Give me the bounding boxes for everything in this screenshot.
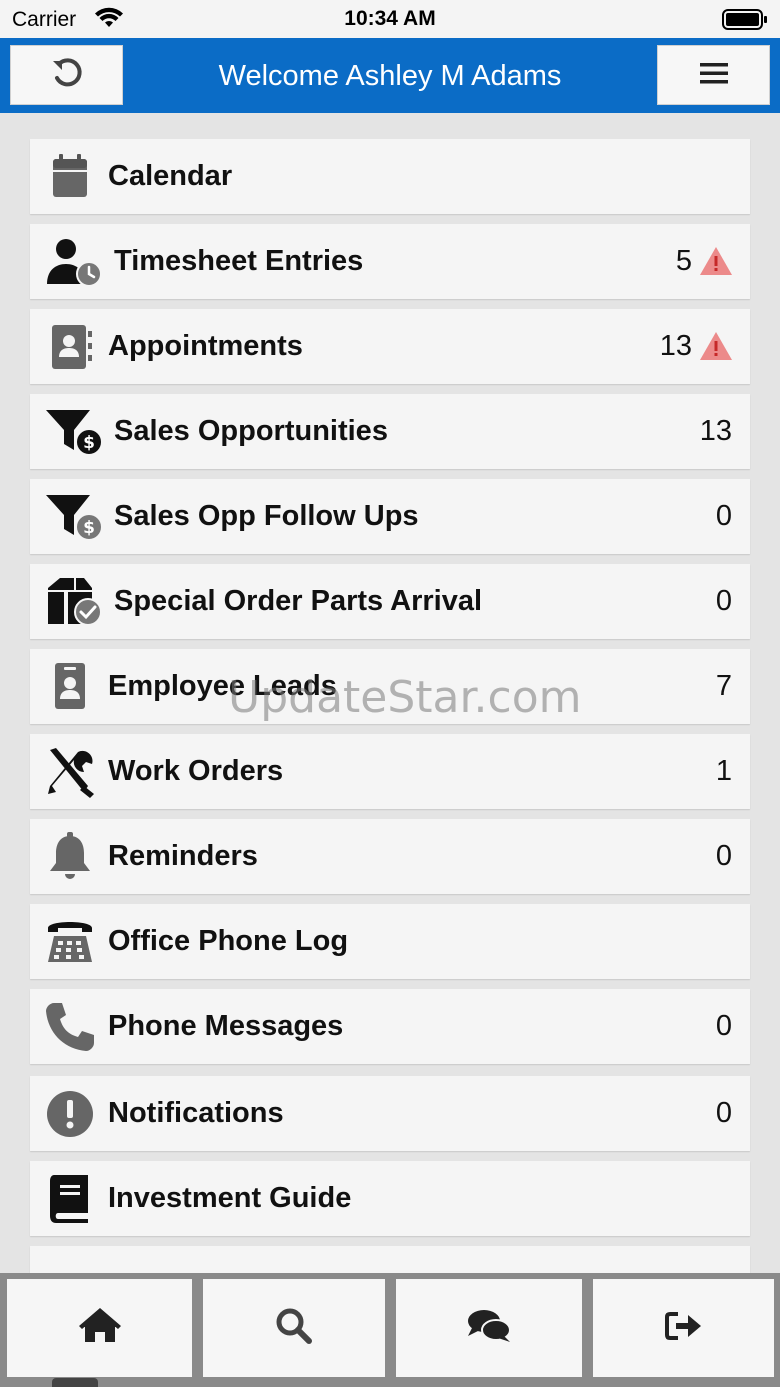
back-button[interactable]	[10, 45, 123, 105]
menu-label: Appointments	[108, 330, 303, 362]
menu-label: Special Order Parts Arrival	[114, 585, 483, 617]
menu-item-special-order-parts-arrival[interactable]: Special Order Parts Arrival 0	[30, 564, 750, 639]
svg-text:$: $	[83, 433, 95, 453]
calendar-icon	[44, 151, 96, 203]
menu-count: 0	[715, 840, 732, 872]
exclamation-circle-icon	[44, 1088, 96, 1140]
menu-label: Timesheet Entries	[114, 245, 364, 277]
bell-icon	[44, 831, 96, 883]
menu-count: 0	[715, 500, 732, 532]
menu-count: 0	[715, 1097, 732, 1129]
menu-label: Reminders	[108, 840, 258, 872]
menu-count: 0	[715, 1010, 732, 1042]
menu-item-calendar[interactable]: Calendar	[30, 139, 750, 214]
contact-book-icon	[44, 321, 96, 373]
home-icon	[78, 1307, 121, 1349]
menu-count: 0	[715, 585, 732, 617]
menu-count: 5	[675, 245, 692, 277]
page-title: Welcome Ashley M Adams	[218, 60, 562, 92]
menu-item-sales-opp-follow-ups[interactable]: $ Sales Opp Follow Ups 0	[30, 479, 750, 554]
menu-label: Sales Opportunities	[114, 415, 388, 447]
menu-count: 13	[699, 415, 732, 447]
menu-item-office-phone-log[interactable]: Office Phone Log	[30, 904, 750, 979]
funnel-dollar-icon: $	[44, 406, 103, 458]
tab-logout[interactable]	[593, 1279, 774, 1377]
menu-item-phone-messages[interactable]: Phone Messages 0	[30, 989, 750, 1064]
bottom-tab-bar	[0, 1273, 780, 1387]
battery-icon	[722, 9, 768, 36]
menu-label: Phone Messages	[108, 1010, 344, 1042]
funnel-dollar-grey-icon: $	[44, 491, 103, 543]
hamburger-menu-icon	[699, 61, 728, 90]
tab-search[interactable]	[203, 1279, 385, 1377]
menu-label: Work Orders	[108, 755, 284, 787]
tab-chat[interactable]	[396, 1279, 582, 1377]
app-header: Welcome Ashley M Adams	[0, 38, 780, 113]
menu-item-sales-opportunities[interactable]: $ Sales Opportunities 13	[30, 394, 750, 469]
phone-icon	[44, 1001, 96, 1053]
status-time: 10:34 AM	[344, 7, 436, 30]
menu-label: Notifications	[108, 1097, 284, 1129]
home-indicator	[52, 1378, 98, 1387]
status-bar: Carrier 10:34 AM	[0, 0, 780, 38]
user-clock-icon	[44, 236, 102, 288]
menu-label: Calendar	[108, 160, 233, 192]
menu-label: Office Phone Log	[108, 925, 349, 957]
menu-item-work-orders[interactable]: Work Orders 1	[30, 734, 750, 809]
undo-icon	[50, 56, 84, 95]
menu-item-appointments[interactable]: Appointments 13	[30, 309, 750, 384]
menu-count: 7	[715, 670, 732, 702]
desk-phone-icon	[44, 916, 96, 968]
menu-item-timesheet-entries[interactable]: Timesheet Entries 5	[30, 224, 750, 299]
search-icon	[275, 1307, 313, 1350]
menu-label: Investment Guide	[108, 1182, 352, 1214]
menu-item-employee-leads[interactable]: Employee Leads 7	[30, 649, 750, 724]
svg-text:$: $	[83, 518, 95, 538]
menu-label: Employee Leads	[108, 670, 337, 702]
menu-item-notifications[interactable]: Notifications 0	[30, 1076, 750, 1151]
tab-home[interactable]	[7, 1279, 192, 1377]
warning-icon	[698, 330, 734, 362]
logout-icon	[664, 1310, 704, 1347]
menu-count: 1	[715, 755, 732, 787]
menu-button[interactable]	[657, 45, 770, 105]
menu-item-reminders[interactable]: Reminders 0	[30, 819, 750, 894]
chat-icon	[466, 1308, 512, 1349]
box-check-icon	[44, 576, 102, 628]
menu-item-investment-guide[interactable]: Investment Guide	[30, 1161, 750, 1236]
tools-icon	[44, 746, 96, 798]
menu-count: 13	[659, 330, 692, 362]
warning-icon	[698, 245, 734, 277]
id-badge-icon	[44, 661, 96, 713]
menu-label: Sales Opp Follow Ups	[114, 500, 419, 532]
book-icon	[44, 1173, 96, 1225]
